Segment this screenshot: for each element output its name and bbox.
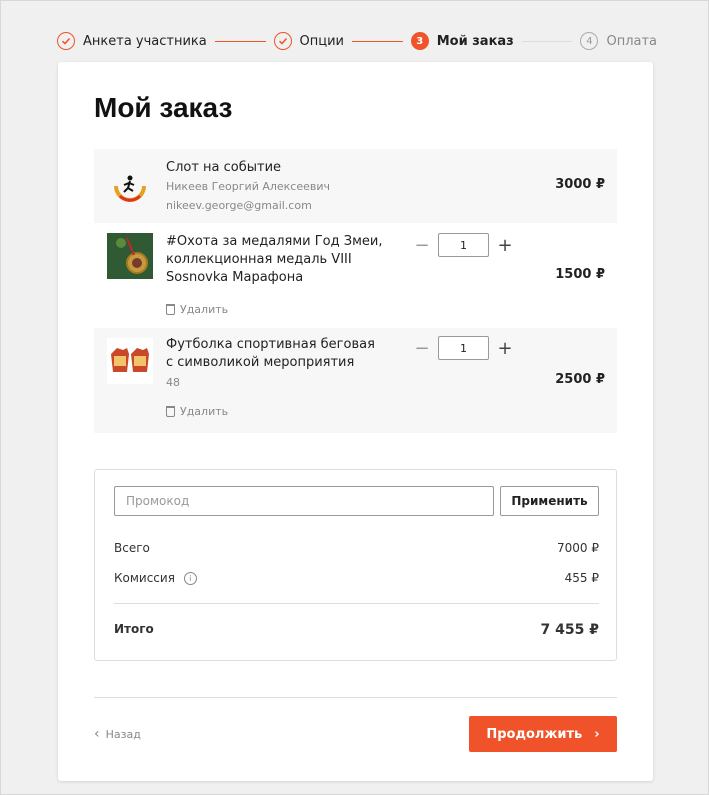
apply-promo-button[interactable]: Применить: [500, 486, 599, 516]
item-name: Футболка спортивная беговая с символикой…: [166, 337, 375, 370]
minus-icon[interactable]: −: [414, 235, 430, 256]
summary-divider: [114, 603, 599, 604]
continue-button[interactable]: Продолжить ›: [469, 716, 617, 752]
total-value: 7 455 ₽: [540, 622, 599, 638]
step-label: Опции: [299, 33, 344, 49]
page-title: Мой заказ: [94, 92, 233, 123]
remove-button[interactable]: Удалить: [166, 405, 228, 418]
participant-email: nikeev.george@gmail.com: [166, 199, 312, 212]
step-number: 3: [410, 32, 429, 50]
item-size: 48: [166, 376, 180, 389]
fee-label: Комиссия: [114, 571, 175, 585]
order-item-slot: Слот на событие Никеев Георгий Алексееви…: [94, 149, 617, 223]
subtotal-value: 7000 ₽: [557, 541, 599, 555]
order-item-tshirt: Футболка спортивная беговая с символикой…: [94, 328, 617, 433]
step-label: Анкета участника: [83, 33, 207, 49]
step-number: 4: [580, 32, 599, 50]
item-price: 2500 ₽: [555, 372, 605, 387]
trash-icon: [166, 406, 175, 417]
back-button[interactable]: ‹ Назад: [94, 726, 141, 742]
plus-icon[interactable]: +: [497, 235, 513, 256]
total-label: Итого: [114, 622, 154, 636]
continue-label: Продолжить: [486, 726, 583, 742]
item-price: 1500 ₽: [555, 267, 605, 282]
step-connector: [214, 40, 266, 42]
chevron-left-icon: ‹: [94, 726, 100, 742]
subtotal-row: Всего 7000 ₽: [114, 541, 599, 555]
order-item-medal: #Охота за медалями Год Змеи, коллекционн…: [94, 223, 617, 328]
quantity-stepper: − 1 +: [414, 336, 513, 360]
minus-icon[interactable]: −: [414, 338, 430, 359]
medal-image: [107, 233, 153, 279]
item-name: #Охота за медалями Год Змеи, коллекционн…: [166, 234, 383, 285]
step-label: Мой заказ: [436, 33, 514, 49]
total-row: Итого 7 455 ₽: [114, 622, 599, 638]
info-icon[interactable]: i: [183, 572, 197, 585]
step-connector: [351, 40, 403, 42]
step-my-order: 3 Мой заказ: [410, 32, 514, 50]
plus-icon[interactable]: +: [497, 338, 513, 359]
step-options[interactable]: Опции: [273, 32, 344, 50]
event-logo: [107, 163, 153, 209]
check-icon: [273, 32, 292, 50]
order-card: Мой заказ Слот на событие Никеев Георгий…: [58, 62, 653, 781]
step-label: Оплата: [606, 33, 658, 49]
quantity-value[interactable]: 1: [438, 233, 489, 257]
promo-code-input[interactable]: [114, 486, 494, 516]
quantity-stepper: − 1 +: [414, 233, 513, 257]
fee-row: Комиссия i 455 ₽: [114, 571, 599, 585]
checkout-stepper: Анкета участника Опции 3 Мой заказ 4 Опл…: [57, 31, 657, 51]
remove-label: Удалить: [180, 405, 229, 418]
chevron-right-icon: ›: [594, 726, 600, 742]
remove-label: Удалить: [180, 303, 229, 316]
back-label: Назад: [105, 727, 141, 741]
step-payment: 4 Оплата: [580, 32, 657, 50]
item-price: 3000 ₽: [555, 177, 605, 192]
tshirt-image: [107, 338, 153, 384]
quantity-value[interactable]: 1: [438, 336, 489, 360]
remove-button[interactable]: Удалить: [166, 303, 228, 316]
fee-value: 455 ₽: [564, 571, 599, 585]
order-summary: Применить Всего 7000 ₽ Комиссия i 455 ₽ …: [94, 469, 617, 661]
subtotal-label: Всего: [114, 541, 150, 555]
participant-name: Никеев Георгий Алексеевич: [166, 180, 331, 193]
footer-divider: [94, 697, 617, 698]
check-icon: [57, 32, 75, 50]
step-participant-form[interactable]: Анкета участника: [57, 32, 207, 50]
item-name: Слот на событие: [166, 160, 282, 175]
trash-icon: [166, 304, 175, 315]
step-connector: [521, 40, 573, 42]
